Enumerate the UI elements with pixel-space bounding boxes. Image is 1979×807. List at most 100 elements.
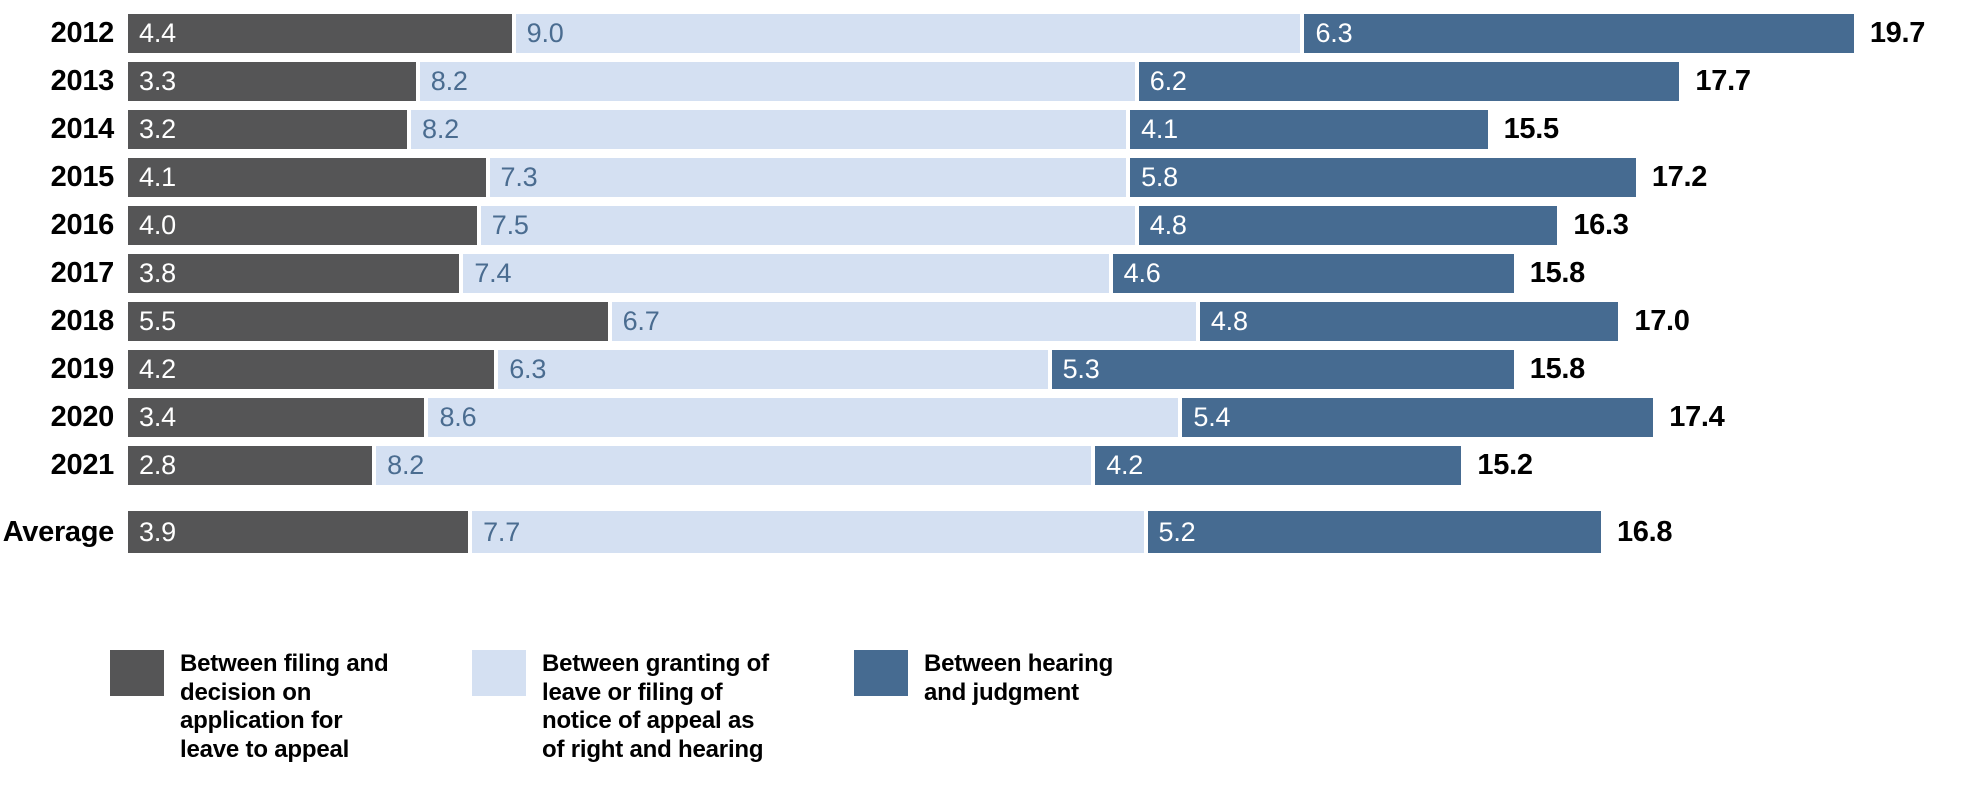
bar-total-label: 16.8 [1616, 515, 1673, 548]
bar-segment-3[interactable]: 6.2 [1138, 62, 1680, 101]
row-label: Average [2, 515, 115, 548]
legend-item-label: Between filing and decision on application… [180, 650, 410, 764]
bar-segment-3[interactable]: 4.8 [1199, 302, 1619, 341]
bar-segment-value: 5.8 [1141, 162, 1178, 192]
bar-segment-value: 4.1 [139, 162, 176, 192]
bar-segment-value: 6.3 [509, 354, 547, 384]
bar-segment-1[interactable]: 4.1 [128, 158, 486, 197]
legend-item-3[interactable]: Between hearing and judgment [854, 650, 1154, 707]
bar-total-label: 17.2 [1651, 161, 1708, 193]
bar-segment-1[interactable]: 3.2 [128, 110, 408, 149]
bar-segment-3[interactable]: 5.2 [1147, 511, 1601, 553]
bar-total-label: 19.7 [1869, 17, 1926, 49]
bar-segment-2[interactable]: 6.7 [611, 302, 1196, 341]
bar-segment-2[interactable]: 6.3 [498, 350, 1048, 389]
bar-segment-2[interactable]: 7.4 [463, 254, 1109, 293]
legend-item-label: Between granting of leave or filing of not… [542, 650, 792, 764]
bar-segment-3[interactable]: 4.6 [1112, 254, 1514, 293]
bar-track: 2.8 8.2 4.2 15.2 [128, 446, 1979, 485]
legend-swatch-filing-to-leave-decision [110, 650, 164, 696]
chart-rows-area: 2012 4.4 9.0 6.3 19.7 2013 3.3 8.2 6.2 17.7 2014 3.… [0, 14, 1979, 562]
bar-segment-value: 5.4 [1193, 402, 1231, 432]
bar-total-label: 15.8 [1529, 257, 1586, 289]
bar-segment-2[interactable]: 8.2 [376, 446, 1092, 485]
bar-segment-value: 7.3 [500, 162, 538, 192]
bar-total-label: 17.0 [1634, 305, 1690, 337]
bar-row: 2014 3.2 8.2 4.1 15.5 [0, 110, 1979, 149]
bar-segment-value: 8.2 [422, 114, 459, 144]
legend-item-2[interactable]: Between granting of leave or filing of not… [472, 650, 792, 764]
bar-row: 2018 5.5 6.7 4.8 17.0 [0, 302, 1979, 341]
bar-segment-value: 9.0 [526, 18, 564, 48]
bar-segment-3[interactable]: 5.8 [1130, 158, 1636, 197]
bar-segment-3[interactable]: 4.8 [1138, 206, 1558, 245]
legend-label-line: of right and hearing [542, 735, 764, 763]
bar-segment-value: 3.2 [139, 114, 176, 144]
bar-segment-3[interactable]: 5.4 [1182, 398, 1654, 437]
bar-segment-3[interactable]: 5.3 [1051, 350, 1514, 389]
bar-segment-2[interactable]: 8.2 [419, 62, 1135, 101]
bar-row: 2020 3.4 8.6 5.4 17.4 [0, 398, 1979, 437]
legend-swatch-hearing-to-judgment [854, 650, 908, 696]
legend-label-line: Between filing and [180, 650, 389, 677]
bar-segment-value: 4.2 [1106, 450, 1144, 480]
bar-segment-value: 7.4 [474, 258, 512, 288]
bar-segment-value: 4.4 [139, 18, 176, 48]
row-label: 2020 [50, 401, 115, 433]
row-label: 2021 [50, 449, 115, 481]
bar-segment-value: 4.1 [1141, 114, 1178, 144]
bar-row-average: Average 3.9 7.7 5.2 16.8 [0, 511, 1979, 553]
row-label: 2015 [50, 161, 115, 193]
legend-label-line: leave to appeal [180, 735, 350, 763]
bar-segment-1[interactable]: 3.8 [128, 254, 460, 293]
bar-row: 2019 4.2 6.3 5.3 15.8 [0, 350, 1979, 389]
row-label: 2016 [50, 209, 115, 241]
bar-segment-1[interactable]: 4.4 [128, 14, 512, 53]
bar-segment-value: 4.8 [1210, 306, 1248, 336]
bar-segment-1[interactable]: 3.9 [128, 511, 469, 553]
bar-segment-value: 4.0 [139, 210, 176, 240]
bar-row: 2017 3.8 7.4 4.6 15.8 [0, 254, 1979, 293]
bar-segment-3[interactable]: 4.2 [1095, 446, 1462, 485]
bar-segment-2[interactable]: 8.6 [428, 398, 1179, 437]
bar-segment-1[interactable]: 2.8 [128, 446, 373, 485]
bar-segment-1[interactable]: 5.5 [128, 302, 608, 341]
bar-track: 3.2 8.2 4.1 15.5 [128, 110, 1979, 149]
bar-total-label: 17.4 [1669, 401, 1725, 433]
bar-track: 4.4 9.0 6.3 19.7 [128, 14, 1979, 53]
bar-segment-value: 3.9 [139, 516, 176, 547]
bar-track: 4.1 7.3 5.8 17.2 [128, 158, 1979, 197]
bar-segment-3[interactable]: 4.1 [1130, 110, 1488, 149]
legend-label-line: Between granting of [542, 650, 769, 677]
bar-segment-2[interactable]: 7.7 [472, 511, 1144, 553]
bar-total-label: 15.2 [1477, 449, 1533, 481]
bar-segment-value: 3.4 [139, 402, 176, 432]
bar-segment-value: 5.2 [1158, 516, 1196, 547]
bar-segment-1[interactable]: 3.4 [128, 398, 425, 437]
legend-swatch-leave-to-hearing [472, 650, 526, 696]
bar-segment-value: 5.5 [139, 306, 176, 336]
bar-segment-2[interactable]: 7.3 [489, 158, 1127, 197]
bar-track: 5.5 6.7 4.8 17.0 [128, 302, 1979, 341]
bar-total-label: 15.8 [1529, 353, 1586, 385]
bar-total-label: 15.5 [1503, 113, 1560, 145]
bar-segment-value: 5.3 [1062, 354, 1100, 384]
bar-segment-2[interactable]: 8.2 [411, 110, 1127, 149]
bar-segment-value: 7.5 [491, 210, 529, 240]
bar-segment-value: 8.2 [430, 66, 468, 96]
legend-item-1[interactable]: Between filing and decision on application… [110, 650, 410, 764]
legend-label-line: leave or filing of [542, 678, 723, 706]
bar-segment-value: 4.2 [139, 354, 176, 384]
bar-segment-1[interactable]: 4.0 [128, 206, 477, 245]
bar-segment-value: 3.3 [139, 66, 176, 96]
bar-segment-1[interactable]: 3.3 [128, 62, 416, 101]
bar-total-label: 17.7 [1695, 65, 1751, 97]
bar-segment-2[interactable]: 9.0 [515, 14, 1301, 53]
bar-track: 3.9 7.7 5.2 16.8 [128, 511, 1979, 553]
row-label: 2014 [50, 113, 115, 145]
bar-track: 4.0 7.5 4.8 16.3 [128, 206, 1979, 245]
bar-segment-3[interactable]: 6.3 [1304, 14, 1854, 53]
bar-segment-2[interactable]: 7.5 [480, 206, 1135, 245]
legend-label-line: Between hearing [924, 650, 1114, 677]
bar-segment-1[interactable]: 4.2 [128, 350, 495, 389]
